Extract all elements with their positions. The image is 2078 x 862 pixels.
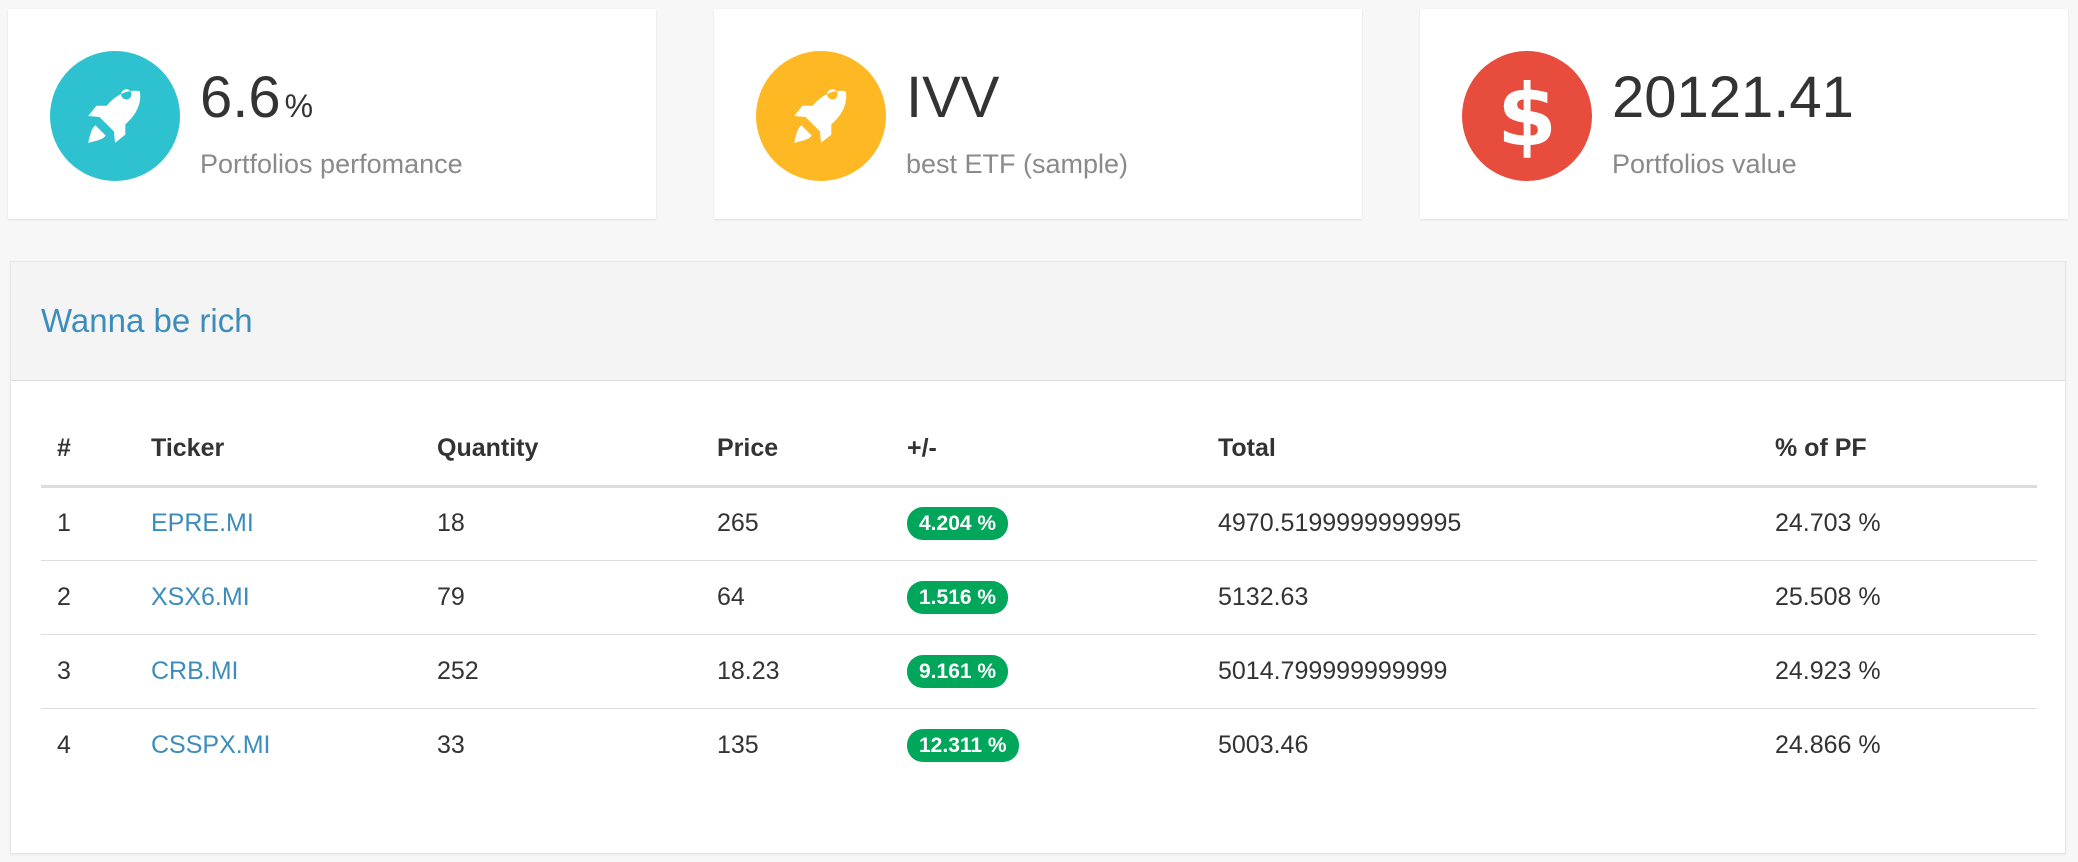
col-header-ticker: Ticker <box>135 412 421 488</box>
dollar-icon: $ <box>1462 51 1592 181</box>
row-total: 5003.46 <box>1218 730 1309 759</box>
panel-title: Wanna be rich <box>41 302 253 339</box>
row-index: 1 <box>41 486 135 561</box>
row-pct-pf: 24.866 % <box>1775 730 1881 759</box>
best-etf-value: IVV <box>906 65 1000 130</box>
stats-row: 6.6% Portfolios perfomance IVV best ETF … <box>0 0 2078 230</box>
rocket-icon <box>756 51 886 181</box>
row-price: 265 <box>701 486 891 561</box>
performance-value: 6.6% <box>200 65 314 130</box>
row-price: 64 <box>701 560 891 635</box>
ticker-link[interactable]: CSSPX.MI <box>151 731 270 759</box>
ticker-link[interactable]: XSX6.MI <box>151 583 250 611</box>
row-index: 2 <box>41 560 135 635</box>
col-header-quantity: Quantity <box>421 412 701 488</box>
table-row: 4 CSSPX.MI 33 135 12.311 % 5003.46 24.86… <box>41 708 2037 782</box>
ticker-link[interactable]: EPRE.MI <box>151 509 254 537</box>
portfolio-value-label: Portfolios value <box>1612 149 1797 179</box>
table-row: 2 XSX6.MI 79 64 1.516 % 5132.63 25.508 % <box>41 560 2037 635</box>
change-badge: 9.161 % <box>907 654 1009 688</box>
row-total: 5014.799999999999 <box>1202 634 1759 709</box>
row-total: 4970.5199999999995 <box>1202 486 1759 561</box>
portfolio-value-stat-box: $ 20121.41 Portfolios value <box>1420 9 2068 219</box>
col-header-index: # <box>41 412 135 488</box>
table-header-row: # Ticker Quantity Price +/- Total % of P… <box>41 412 2037 488</box>
col-header-price: Price <box>701 412 891 488</box>
row-price: 18.23 <box>701 634 891 709</box>
best-etf-stat-box: IVV best ETF (sample) <box>714 9 1362 219</box>
performance-stat-box: 6.6% Portfolios perfomance <box>8 9 656 219</box>
col-header-total: Total <box>1202 412 1759 488</box>
holdings-table: # Ticker Quantity Price +/- Total % of P… <box>41 412 2037 782</box>
row-quantity: 18 <box>421 486 701 561</box>
ticker-link[interactable]: CRB.MI <box>151 657 239 685</box>
panel-header: Wanna be rich <box>11 262 2065 381</box>
performance-unit: % <box>284 88 314 124</box>
row-quantity: 33 <box>437 730 465 759</box>
portfolio-panel: Wanna be rich # Ticker Quantity Price +/… <box>10 261 2066 854</box>
performance-label: Portfolios perfomance <box>200 149 463 179</box>
row-quantity: 252 <box>421 634 701 709</box>
row-quantity: 79 <box>421 560 701 635</box>
row-pct-pf: 24.703 % <box>1759 486 2037 561</box>
col-header-pct-pf: % of PF <box>1759 412 2037 488</box>
portfolio-value: 20121.41 <box>1612 65 1854 130</box>
best-etf-label: best ETF (sample) <box>906 149 1129 179</box>
row-price: 135 <box>717 730 759 759</box>
row-index: 3 <box>41 634 135 709</box>
rocket-icon <box>50 51 180 181</box>
table-row: 3 CRB.MI 252 18.23 9.161 % 5014.79999999… <box>41 634 2037 709</box>
change-badge: 1.516 % <box>907 580 1009 614</box>
row-pct-pf: 24.923 % <box>1759 634 2037 709</box>
row-pct-pf: 25.508 % <box>1759 560 2037 635</box>
col-header-change: +/- <box>891 412 1202 488</box>
table-row: 1 EPRE.MI 18 265 4.204 % 4970.5199999999… <box>41 486 2037 561</box>
row-total: 5132.63 <box>1202 560 1759 635</box>
dollar-glyph: $ <box>1497 66 1557 166</box>
change-badge: 12.311 % <box>907 728 1019 762</box>
change-badge: 4.204 % <box>907 507 1009 540</box>
row-index: 4 <box>57 730 71 759</box>
